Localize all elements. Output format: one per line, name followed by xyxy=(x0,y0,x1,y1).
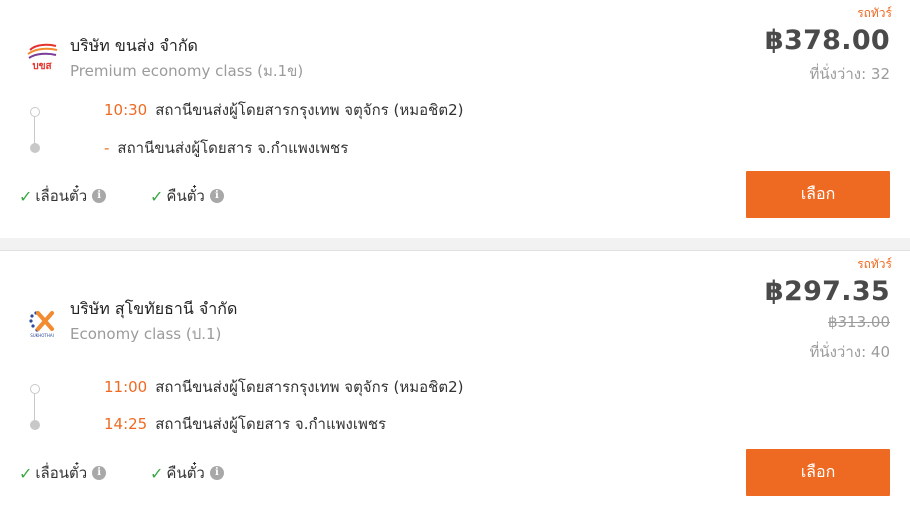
available-seats: ที่นั่งว่าง: 32 xyxy=(809,65,890,83)
arrival-dot xyxy=(30,420,40,430)
reschedule-label: เลื่อนตั๋ว xyxy=(35,464,88,482)
price: ฿297.35 xyxy=(764,276,890,307)
trip-card: รถทัวร์ บขส บริษัท ขนส่ง จำกัด Premium e… xyxy=(0,0,910,238)
route-line xyxy=(34,394,35,421)
available-seats: ที่นั่งว่าง: 40 xyxy=(809,343,890,361)
check-icon: ✓ xyxy=(19,186,33,206)
route-line xyxy=(34,117,35,144)
route-timeline xyxy=(29,384,41,430)
bus-type-label: รถทัวร์ xyxy=(857,257,892,271)
arrival-time: - xyxy=(104,139,110,157)
price: ฿378.00 xyxy=(764,25,890,56)
company-name: บริษัท ขนส่ง จำกัด xyxy=(70,36,198,55)
departure-stop: 11:00 สถานีขนส่งผู้โดยสารกรุงเทพ จตุจักร … xyxy=(104,375,463,399)
select-button[interactable]: เลือก xyxy=(746,171,890,218)
info-icon[interactable]: i xyxy=(92,466,107,480)
refund-policy: ✓ คืนตั๋ว i xyxy=(150,184,224,208)
svg-text:บขส: บขส xyxy=(32,61,52,72)
arrival-station: สถานีขนส่งผู้โดยสาร จ.กำแพงเพชร xyxy=(155,415,387,433)
reschedule-policy: ✓ เลื่อนตั๋ว i xyxy=(19,184,107,208)
trip-card: รถทัวร์ SUKHOTHAI บริษัท สุโขทัยธานี จำก… xyxy=(0,250,910,507)
refund-label: คืนตั๋ว xyxy=(166,187,205,205)
reschedule-policy: ✓ เลื่อนตั๋ว i xyxy=(19,461,107,485)
departure-station: สถานีขนส่งผู้โดยสารกรุงเทพ จตุจักร (หมอช… xyxy=(155,378,464,396)
departure-time: 11:00 xyxy=(104,378,148,396)
arrival-stop: - สถานีขนส่งผู้โดยสาร จ.กำแพงเพชร xyxy=(104,136,348,160)
company-logo: SUKHOTHAI xyxy=(24,307,60,339)
company-name: บริษัท สุโขทัยธานี จำกัด xyxy=(70,299,238,318)
departure-time: 10:30 xyxy=(104,101,148,119)
departure-station: สถานีขนส่งผู้โดยสารกรุงเทพ จตุจักร (หมอช… xyxy=(155,101,464,119)
arrival-stop: 14:25 สถานีขนส่งผู้โดยสาร จ.กำแพงเพชร xyxy=(104,412,386,436)
route-timeline xyxy=(29,107,41,153)
departure-stop: 10:30 สถานีขนส่งผู้โดยสารกรุงเทพ จตุจักร … xyxy=(104,98,463,122)
departure-dot xyxy=(30,107,40,117)
original-price: ฿313.00 xyxy=(827,313,890,331)
svg-text:SUKHOTHAI: SUKHOTHAI xyxy=(30,333,54,338)
refund-policy: ✓ คืนตั๋ว i xyxy=(150,461,224,485)
arrival-time: 14:25 xyxy=(104,415,148,433)
arrival-station: สถานีขนส่งผู้โดยสาร จ.กำแพงเพชร xyxy=(117,139,349,157)
select-button[interactable]: เลือก xyxy=(746,449,890,496)
arrival-dot xyxy=(30,143,40,153)
info-icon[interactable]: i xyxy=(92,189,107,203)
departure-dot xyxy=(30,384,40,394)
trip-results-list: รถทัวร์ บขส บริษัท ขนส่ง จำกัด Premium e… xyxy=(0,0,910,507)
check-icon: ✓ xyxy=(150,186,164,206)
bus-type-label: รถทัวร์ xyxy=(857,6,892,20)
check-icon: ✓ xyxy=(150,463,164,483)
reschedule-label: เลื่อนตั๋ว xyxy=(35,187,88,205)
bus-class: Economy class (ป.1) xyxy=(70,325,222,343)
refund-label: คืนตั๋ว xyxy=(166,464,205,482)
company-logo: บขส xyxy=(24,40,60,72)
info-icon[interactable]: i xyxy=(209,189,224,203)
info-icon[interactable]: i xyxy=(209,466,224,480)
check-icon: ✓ xyxy=(19,463,33,483)
bus-class: Premium economy class (ม.1ข) xyxy=(70,62,304,80)
